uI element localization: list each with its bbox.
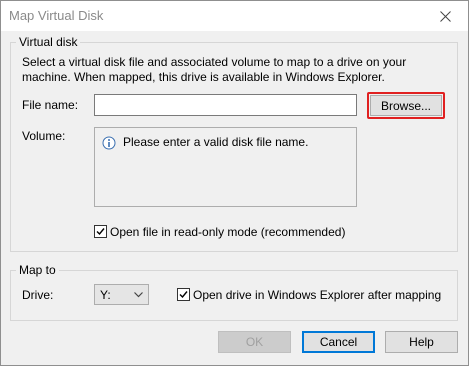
info-icon [102,136,116,150]
drive-select[interactable]: Y: [94,284,149,305]
map-virtual-disk-dialog: Map Virtual Disk Virtual disk Select a v… [0,0,469,366]
read-only-label[interactable]: Open file in read-only mode (recommended… [110,225,345,239]
ok-button-label: OK [245,335,264,349]
ok-button[interactable]: OK [218,331,291,353]
volume-list[interactable]: Please enter a valid disk file name. [94,127,357,207]
map-to-group-label: Map to [16,263,59,277]
chevron-down-icon [134,292,143,298]
window-title: Map Virtual Disk [9,8,104,23]
open-explorer-checkbox[interactable] [177,288,190,301]
cancel-button-label: Cancel [319,335,358,349]
help-button-label: Help [409,335,434,349]
check-icon [96,228,105,236]
close-button[interactable] [422,1,468,31]
drive-select-value: Y: [100,288,111,302]
volume-label: Volume: [22,129,66,143]
file-name-input[interactable] [94,94,357,116]
file-name-label: File name: [22,98,79,112]
check-icon [179,291,188,299]
browse-highlight-box [367,92,445,119]
volume-message: Please enter a valid disk file name. [123,135,309,149]
virtual-disk-description: Select a virtual disk file and associate… [22,55,407,84]
read-only-checkbox[interactable] [94,225,107,238]
title-bar[interactable]: Map Virtual Disk [1,1,468,31]
cancel-button[interactable]: Cancel [302,331,375,353]
open-explorer-label[interactable]: Open drive in Windows Explorer after map… [193,288,441,302]
drive-label: Drive: [22,288,54,302]
virtual-disk-group-label: Virtual disk [16,35,81,49]
close-icon [439,10,451,22]
help-button[interactable]: Help [385,331,458,353]
